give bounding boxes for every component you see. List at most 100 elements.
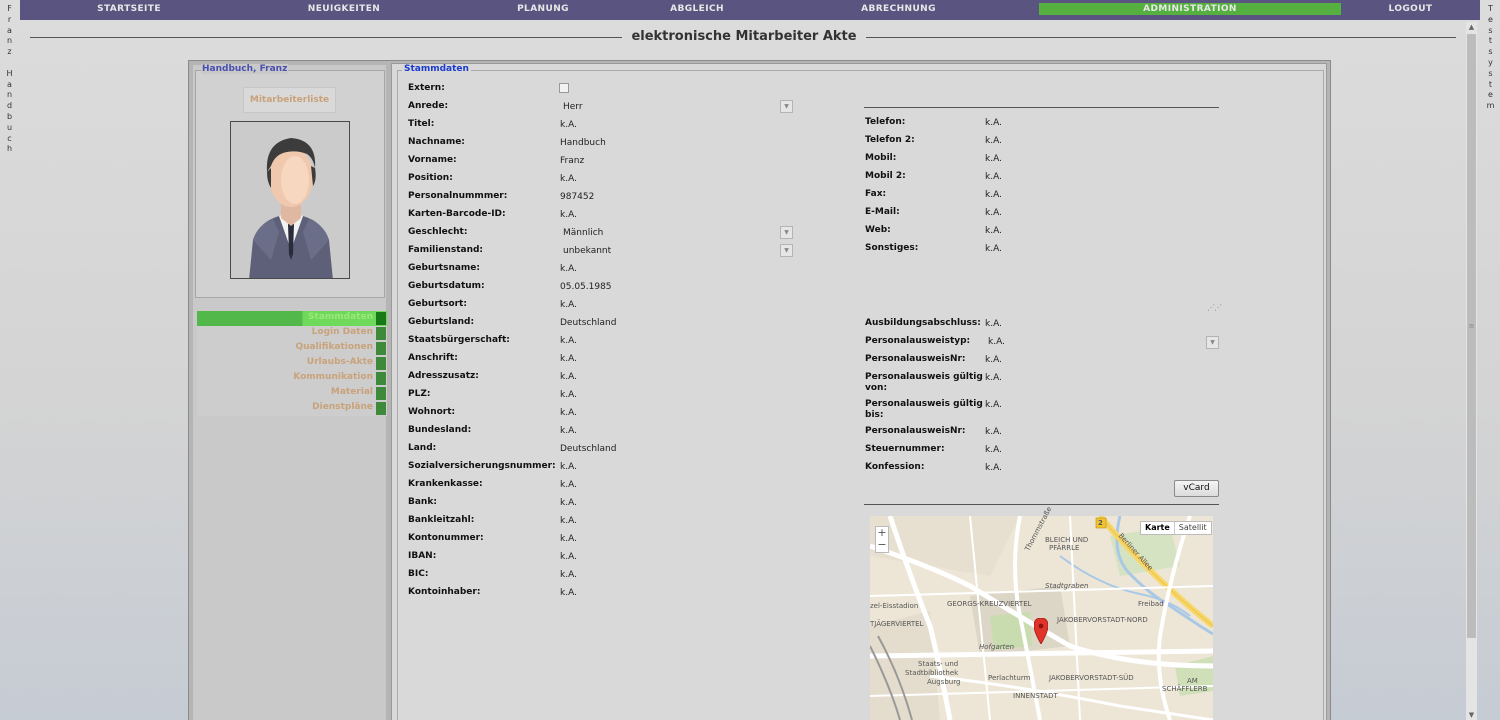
scrollbar-grip-icon: ≡	[1468, 322, 1475, 330]
map-type-toggle: Karte Satellit	[1140, 521, 1212, 535]
id-value: k.A.	[985, 373, 1002, 383]
location-pin-icon[interactable]	[1034, 618, 1048, 644]
contact-value: k.A.	[985, 172, 1002, 182]
field-value: k.A.	[560, 336, 577, 346]
field-label: Titel:	[408, 119, 435, 129]
scroll-down-arrow-icon[interactable]: ▼	[1466, 710, 1477, 720]
field-value: k.A.	[560, 354, 577, 364]
map-label: JAKOBERVORSTADT-NORD	[1057, 616, 1148, 624]
field-label: Bank:	[408, 497, 437, 507]
field-value: k.A.	[560, 264, 577, 274]
vcard-button[interactable]: vCard	[1174, 480, 1219, 497]
field-value: Franz	[560, 156, 585, 166]
contact-label: Web:	[865, 225, 891, 235]
map-label: Stadtbibliothek	[905, 669, 959, 677]
id-value: k.A.	[985, 445, 1002, 455]
nav-logout[interactable]: LOGOUT	[1341, 0, 1480, 20]
field-value: k.A.	[560, 426, 577, 436]
menu-login-daten[interactable]: Login Daten	[197, 326, 387, 341]
menu-urlaubs-akte[interactable]: Urlaubs-Akte	[197, 356, 387, 371]
id-label: Konfession:	[865, 462, 925, 472]
contact-value: k.A.	[985, 154, 1002, 164]
zoom-out-button[interactable]: −	[876, 539, 888, 551]
menu-marker-icon	[376, 357, 386, 370]
employee-list-button[interactable]: Mitarbeiterliste	[243, 87, 336, 113]
id-label: Personalausweis gültig	[865, 372, 983, 382]
id-label: Ausbildungsabschluss:	[865, 318, 981, 328]
menu-dienstplaene[interactable]: Dienstpläne	[197, 401, 387, 416]
stammdaten-legend: Stammdaten	[402, 64, 471, 74]
field-label: Geburtsland:	[408, 317, 475, 327]
personalausweistyp-dropdown-arrow-icon[interactable]: ▼	[1206, 336, 1219, 349]
field-select[interactable]: unbekannt	[563, 246, 611, 256]
scrollbar-thumb[interactable]	[1467, 34, 1476, 638]
nav-planung[interactable]: PLANUNG	[450, 0, 636, 20]
vertical-scrollbar[interactable]: ▲ ≡ ▼	[1466, 22, 1477, 720]
resize-handle-icon[interactable]: ⋰⋰	[1207, 303, 1222, 312]
field-value: k.A.	[560, 372, 577, 382]
title-rule-left	[30, 37, 622, 38]
field-label: Personalnummmer:	[408, 191, 508, 201]
contact-label: Telefon:	[865, 117, 906, 127]
field-label: Extern:	[408, 83, 445, 93]
field-value: k.A.	[560, 534, 577, 544]
contact-value: k.A.	[985, 190, 1002, 200]
window-title: elektronische Mitarbeiter Akte	[631, 29, 857, 44]
geschlecht-dropdown-arrow-icon[interactable]: ▼	[780, 226, 793, 239]
field-label: Geburtsdatum:	[408, 281, 485, 291]
id-label: PersonalausweisNr:	[865, 354, 966, 364]
id-value: k.A.	[985, 427, 1002, 437]
contact-value: k.A.	[985, 118, 1002, 128]
id-label: Personalausweistyp:	[865, 336, 971, 346]
nav-administration[interactable]: ADMINISTRATION	[1039, 3, 1341, 15]
field-select[interactable]: Herr	[563, 102, 583, 112]
map-type-karte[interactable]: Karte	[1141, 522, 1175, 534]
extern-checkbox[interactable]	[559, 83, 569, 93]
field-label: Land:	[408, 443, 437, 453]
nav-startseite[interactable]: STARTSEITE	[20, 0, 238, 20]
contact-value: k.A.	[985, 208, 1002, 218]
menu-label: Urlaubs-Akte	[306, 357, 373, 367]
menu-material[interactable]: Material	[197, 386, 387, 401]
menu-qualifikationen[interactable]: Qualifikationen	[197, 341, 387, 356]
field-value: k.A.	[560, 174, 577, 184]
id-label: PersonalausweisNr:	[865, 426, 966, 436]
title-rule-right	[866, 37, 1456, 38]
side-user-name: Franz Handbuch	[6, 4, 14, 154]
field-label: Geburtsort:	[408, 299, 467, 309]
nav-abrechnung[interactable]: ABRECHNUNG	[758, 0, 1039, 20]
nav-abgleich[interactable]: ABGLEICH	[636, 0, 758, 20]
menu-label: Qualifikationen	[295, 342, 373, 352]
menu-marker-icon	[376, 327, 386, 340]
side-system-name: Testsystem	[1486, 4, 1496, 111]
field-label: Geburtsname:	[408, 263, 480, 273]
menu-marker-icon	[376, 402, 386, 415]
contact-value: k.A.	[985, 226, 1002, 236]
menu-stammdaten[interactable]: Stammdaten	[197, 311, 387, 326]
record-section-menu: Stammdaten Login Daten Qualifikationen U…	[197, 311, 387, 416]
field-label: PLZ:	[408, 389, 431, 399]
field-select[interactable]: Männlich	[563, 228, 603, 238]
id-select[interactable]: k.A.	[988, 337, 1005, 347]
map-label: BLEICH UND	[1045, 536, 1089, 544]
field-label: Familienstand:	[408, 245, 484, 255]
field-value: k.A.	[560, 570, 577, 580]
map-label: Freibad	[1138, 600, 1164, 608]
map-label: GEORGS-KREUZVIERTEL	[947, 600, 1032, 608]
employee-name-legend: Handbuch, Franz	[201, 64, 289, 74]
field-label: Position:	[408, 173, 453, 183]
field-value: k.A.	[560, 408, 577, 418]
anrede-dropdown-arrow-icon[interactable]: ▼	[780, 100, 793, 113]
familienstand-dropdown-arrow-icon[interactable]: ▼	[780, 244, 793, 257]
scroll-up-arrow-icon[interactable]: ▲	[1466, 22, 1477, 32]
map-type-satellit[interactable]: Satellit	[1175, 522, 1211, 534]
id-value: k.A.	[985, 400, 1002, 410]
nav-neuigkeiten[interactable]: NEUIGKEITEN	[238, 0, 450, 20]
contact-label: Mobil 2:	[865, 171, 906, 181]
id-label: Personalausweis gültig	[865, 399, 983, 409]
menu-kommunikation[interactable]: Kommunikation	[197, 371, 387, 386]
map-label: zel-Eisstadion	[870, 602, 919, 610]
contact-label: Fax:	[865, 189, 887, 199]
map-label: AM	[1187, 677, 1198, 685]
map-label: Augsburg	[927, 678, 961, 686]
